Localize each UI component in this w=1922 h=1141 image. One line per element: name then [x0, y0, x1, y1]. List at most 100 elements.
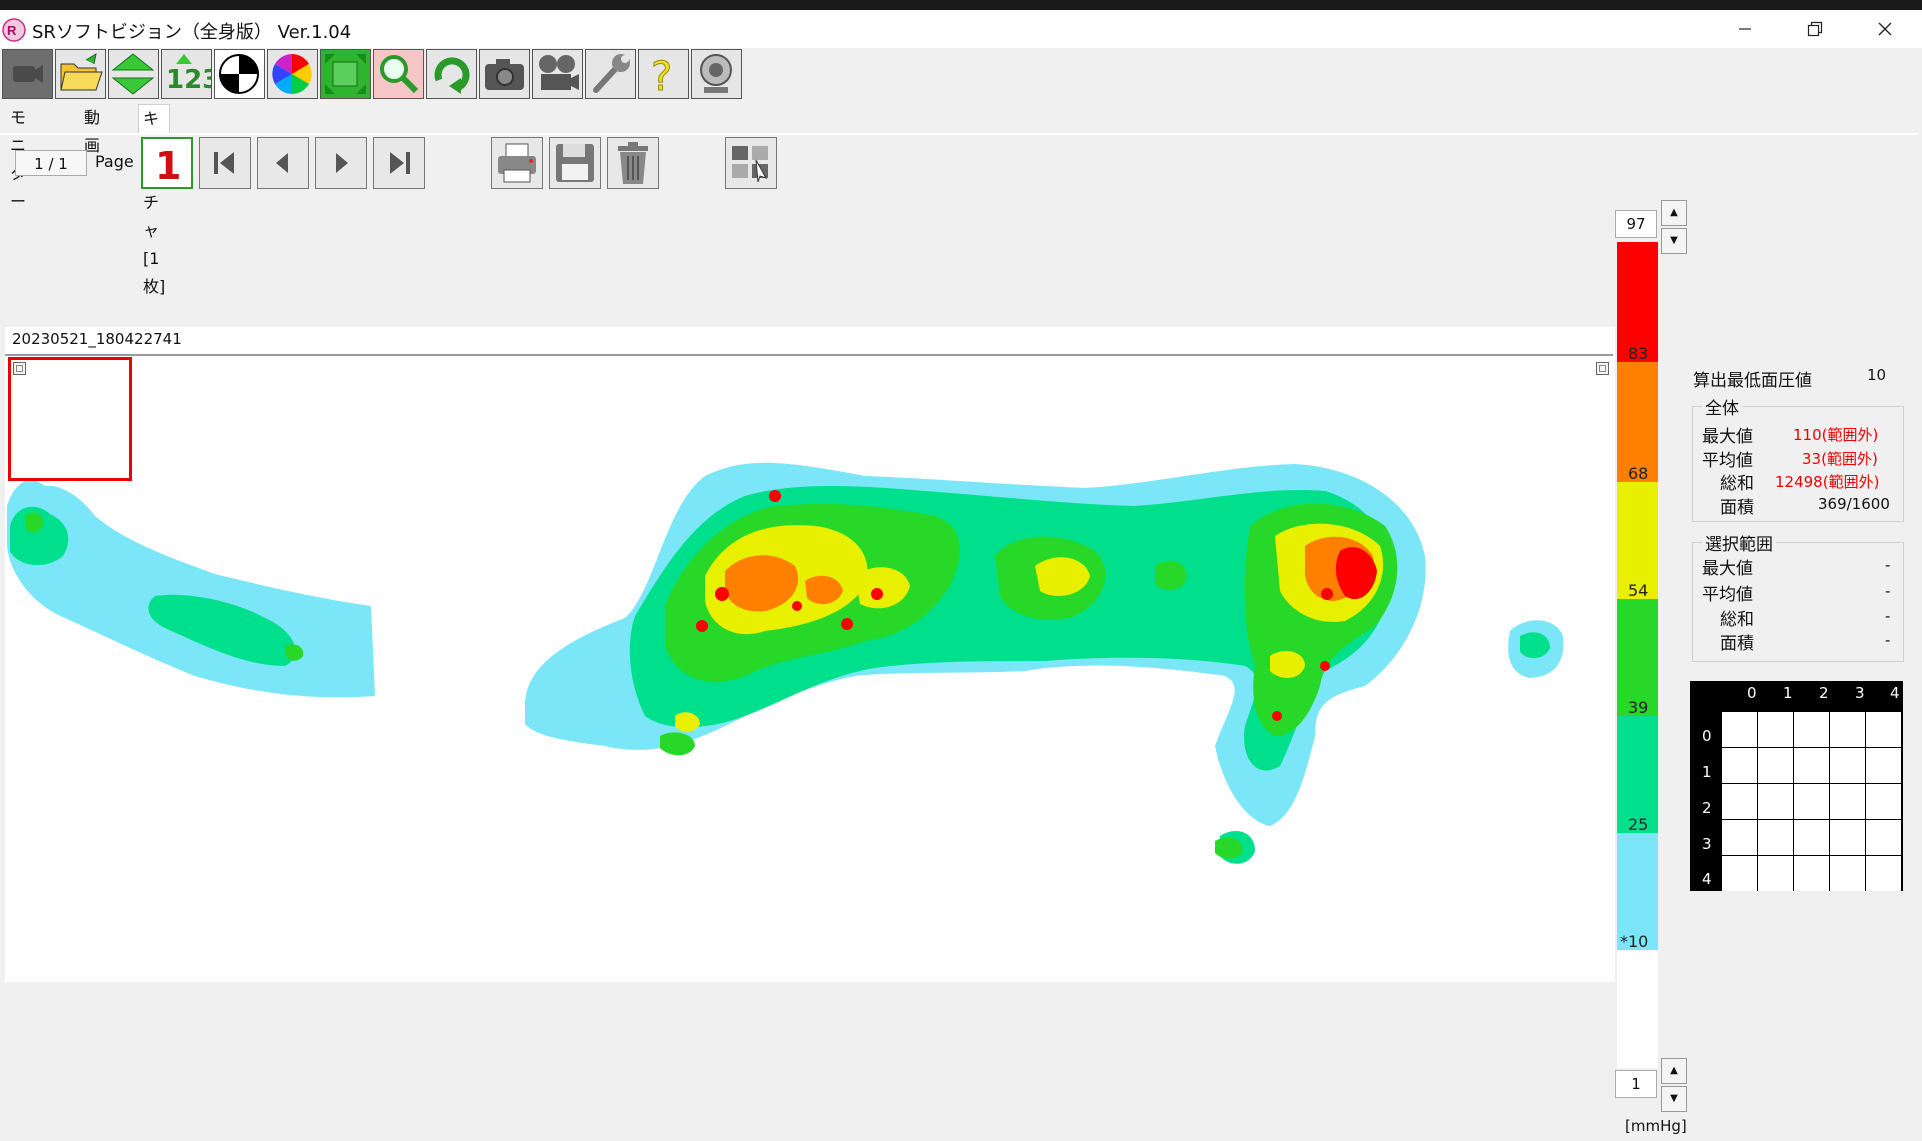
- wrench-icon: [593, 54, 630, 93]
- grid-cell: [1794, 784, 1829, 819]
- layout-grid-icon: [732, 146, 768, 183]
- scale-label-68: 68: [1628, 464, 1649, 483]
- printer-icon: [498, 143, 536, 183]
- scale-label-39: 39: [1628, 698, 1649, 717]
- scale-min-input[interactable]: 1: [1615, 1070, 1657, 1098]
- overall-max-value: 110(範囲外): [1793, 426, 1879, 444]
- restore-icon: [1807, 21, 1823, 37]
- scale-max-up-button[interactable]: ▲: [1661, 200, 1687, 226]
- scale-label-25: 25: [1628, 815, 1649, 834]
- grid-cell: [1866, 820, 1901, 855]
- prev-page-button[interactable]: [257, 137, 309, 189]
- movie-button[interactable]: [532, 49, 583, 99]
- pressure-unit-label: [mmHg]: [1625, 1117, 1687, 1135]
- close-button[interactable]: [1850, 10, 1920, 48]
- minimize-button[interactable]: [1710, 10, 1780, 48]
- rotate-button[interactable]: [426, 49, 477, 99]
- tab-monitor[interactable]: モニター: [6, 104, 30, 211]
- grid-cell: [1794, 748, 1829, 783]
- overall-max-label: 最大値: [1702, 427, 1753, 447]
- top-right-corner-handle[interactable]: [1596, 362, 1609, 375]
- delete-button[interactable]: [607, 137, 659, 189]
- print-button[interactable]: [491, 137, 543, 189]
- first-page-button[interactable]: [199, 137, 251, 189]
- minimize-icon: [1739, 28, 1751, 30]
- value-grid: 0 1 2 3 4 0 1 2 3 4: [1690, 681, 1903, 891]
- selection-rectangle[interactable]: [8, 357, 132, 481]
- up-down-button[interactable]: [108, 49, 159, 99]
- grid-cell: [1722, 784, 1757, 819]
- pressure-heatmap: [7, 462, 1564, 864]
- fit-frame-icon: [321, 50, 370, 98]
- grid-cell: [1758, 748, 1793, 783]
- grid-cell: [1794, 820, 1829, 855]
- selection-avg-value: -: [1885, 582, 1891, 600]
- layout-toggle-button[interactable]: [725, 137, 777, 189]
- grid-cell: [1830, 712, 1865, 747]
- fit-frame-button[interactable]: [320, 49, 371, 99]
- selection-sum-value: -: [1885, 607, 1891, 625]
- scale-max-input[interactable]: 97: [1615, 210, 1657, 238]
- next-page-button[interactable]: [315, 137, 367, 189]
- tab-panel-top: [0, 133, 1918, 135]
- skip-first-icon: [214, 152, 234, 174]
- grid-cell: [1830, 820, 1865, 855]
- page-label: Page: [95, 152, 134, 171]
- grid-cell: [1866, 748, 1901, 783]
- restore-button[interactable]: [1780, 10, 1850, 48]
- page-indicator: 1 / 1: [15, 150, 87, 176]
- up-down-arrows-icon: [111, 53, 155, 95]
- grid-row-header: 4: [1702, 870, 1712, 888]
- selection-sum-label: 総和: [1720, 610, 1754, 630]
- next-icon: [336, 153, 348, 173]
- svg-text:1: 1: [155, 144, 181, 187]
- film-projector-icon: [539, 55, 579, 90]
- numbers-button[interactable]: 123: [161, 49, 212, 99]
- page-number-icon: 1: [155, 144, 181, 188]
- tab-capture[interactable]: キャプチャ [1枚]: [138, 104, 171, 296]
- top-left-corner-handle[interactable]: [13, 362, 26, 375]
- grid-cell: [1866, 856, 1901, 891]
- color-wheel-icon: [272, 54, 312, 94]
- grid-cell: [1758, 784, 1793, 819]
- scale-max-down-button[interactable]: ▼: [1661, 228, 1687, 254]
- tab-video[interactable]: 動画: [80, 104, 104, 155]
- grid-cell: [1794, 712, 1829, 747]
- scale-min-up-button[interactable]: ▲: [1661, 1058, 1687, 1084]
- camera-button[interactable]: [479, 49, 530, 99]
- save-button[interactable]: [549, 137, 601, 189]
- grid-col-header: 0: [1747, 684, 1757, 702]
- camera-off-button[interactable]: [2, 49, 53, 99]
- grid-cell: [1758, 712, 1793, 747]
- overall-title: 全体: [1702, 394, 1742, 419]
- zoom-button[interactable]: [373, 49, 424, 99]
- grid-cell: [1830, 856, 1865, 891]
- color-wheel-button[interactable]: [267, 49, 318, 99]
- contrast-icon: [219, 54, 259, 94]
- overall-avg-value: 33(範囲外): [1802, 450, 1878, 468]
- grid-cell: [1866, 712, 1901, 747]
- camera-icon: [485, 59, 524, 90]
- screen-top-edge: [0, 0, 1922, 10]
- webcam-icon: [700, 54, 732, 93]
- grid-cell: [1830, 748, 1865, 783]
- scale-label-54: 54: [1628, 581, 1649, 600]
- last-page-button[interactable]: [373, 137, 425, 189]
- capture-filename: 20230521_180422741: [12, 330, 182, 348]
- prev-icon: [276, 153, 288, 173]
- grid-cell: [1866, 784, 1901, 819]
- title-bar: R SRソフトビジョン（全身版） Ver.1.04: [0, 10, 1922, 48]
- open-folder-button[interactable]: [55, 49, 106, 99]
- grid-row-header: 3: [1702, 835, 1712, 853]
- settings-button[interactable]: [585, 49, 636, 99]
- webcam-button[interactable]: [691, 49, 742, 99]
- scale-min-down-button[interactable]: ▼: [1661, 1086, 1687, 1112]
- selection-max-label: 最大値: [1702, 559, 1753, 579]
- page-one-button[interactable]: 1: [141, 137, 193, 189]
- overall-sum-label: 総和: [1720, 474, 1754, 494]
- grid-row-header: 0: [1702, 727, 1712, 745]
- grid-cell: [1722, 820, 1757, 855]
- grid-col-header: 3: [1855, 684, 1865, 702]
- help-button[interactable]: ?: [638, 49, 689, 99]
- contrast-button[interactable]: [214, 49, 265, 99]
